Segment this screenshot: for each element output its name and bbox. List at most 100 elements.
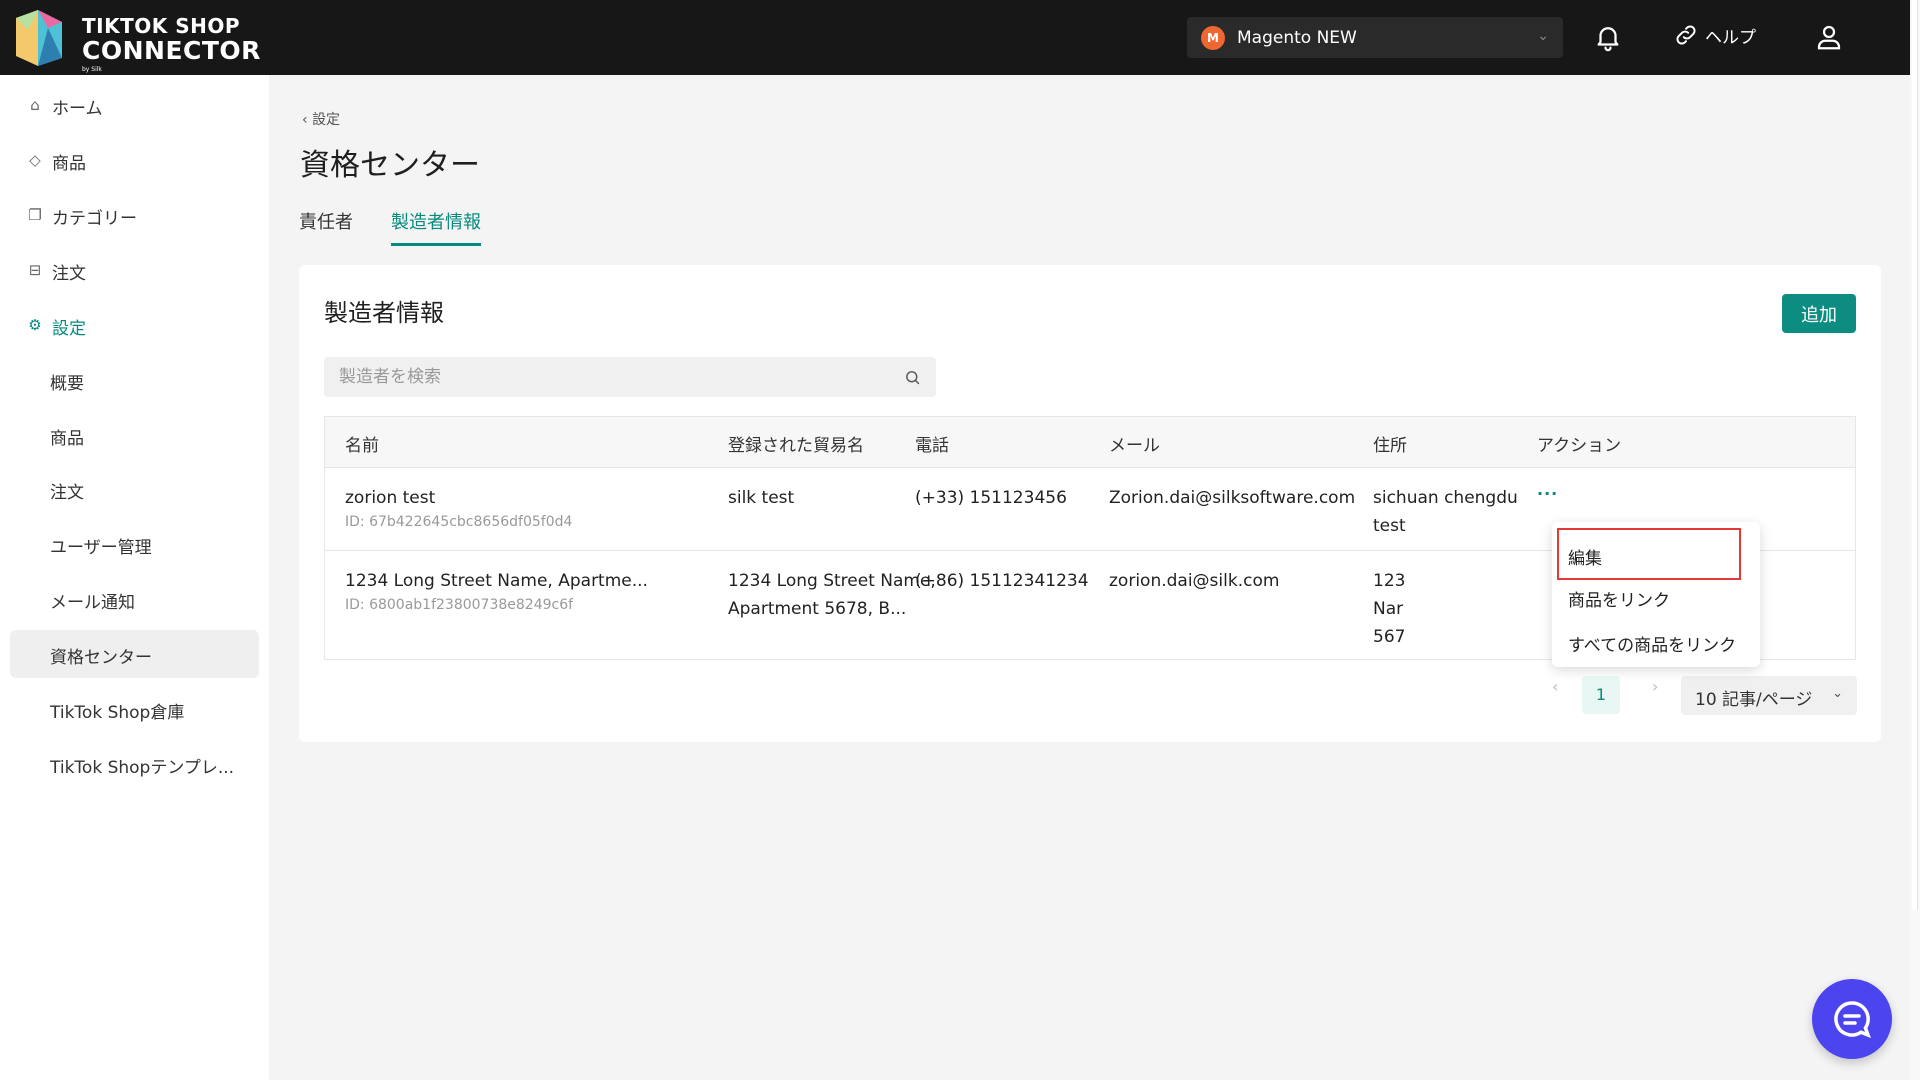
address-line-2: Nar (1373, 599, 1404, 619)
sidebar-item-label: 注文 (52, 264, 86, 284)
chat-button[interactable] (1812, 979, 1892, 1059)
email: zorion.dai@silk.com (1109, 571, 1280, 591)
home-icon: ⌂ (30, 96, 40, 114)
chat-icon (1834, 1001, 1872, 1039)
sidebar-item-orders[interactable]: ⊟ 注文 (10, 246, 259, 294)
sidebar-item-label: ホーム (52, 99, 103, 119)
column-header-action: アクション (1537, 436, 1622, 456)
sidebar-subitem-user-management[interactable]: ユーザー管理 (10, 520, 259, 568)
scrollbar-thumb[interactable] (1912, 0, 1918, 910)
sidebar-item-settings[interactable]: ⚙ 設定 (10, 301, 259, 349)
manufacturer-card: 製造者情報 追加 名前 登録された貿易名 電話 メール 住所 アクション zor… (299, 265, 1881, 742)
sidebar-item-label: カテゴリー (52, 209, 137, 229)
email: Zorion.dai@silksoftware.com (1109, 488, 1356, 508)
sidebar-item-label: TikTok Shopテンプレ... (50, 758, 235, 778)
sidebar-subitem-orders[interactable]: 注文 (10, 465, 259, 513)
bell-icon[interactable] (1593, 22, 1623, 52)
help-label: ヘルプ (1705, 27, 1756, 48)
trade-name: 1234 Long Street Name, (728, 571, 936, 591)
sidebar-subitem-email-notifications[interactable]: メール通知 (10, 575, 259, 623)
sidebar-subitem-products[interactable]: 商品 (10, 411, 259, 459)
store-name: Magento NEW (1237, 28, 1357, 48)
page-size-label: 10 記事/ページ (1695, 690, 1813, 710)
phone: (+33) 151123456 (915, 488, 1067, 508)
manufacturer-name: 1234 Long Street Name, Apartme... (345, 571, 648, 591)
column-header-phone: 電話 (915, 436, 949, 456)
logo-text: TIKTOK SHOP CONNECTOR (82, 15, 261, 65)
menu-item-link-products[interactable]: 商品をリンク (1552, 576, 1760, 620)
menu-item-label: 編集 (1568, 549, 1602, 569)
page-number-button[interactable]: 1 (1582, 676, 1620, 714)
sidebar-item-home[interactable]: ⌂ ホーム (10, 81, 259, 129)
logo-line-2: CONNECTOR (82, 36, 261, 65)
menu-item-label: すべての商品をリンク (1568, 636, 1737, 656)
breadcrumb-label: 設定 (312, 112, 341, 128)
tab-manufacturer-info[interactable]: 製造者情報 (391, 208, 481, 246)
sidebar-item-label: 商品 (50, 429, 84, 449)
address-line-1: sichuan chengdu (1373, 488, 1518, 508)
search-input[interactable] (324, 357, 894, 397)
manufacturer-name: zorion test (345, 488, 436, 508)
help-link[interactable]: ヘルプ (1673, 22, 1756, 52)
chevron-down-icon: ⌄ (1537, 28, 1549, 44)
phone: (+86) 15112341234 (915, 571, 1089, 591)
sidebar-subitem-tiktok-template[interactable]: TikTok Shopテンプレ... (10, 740, 259, 788)
sidebar-item-label: 商品 (52, 154, 86, 174)
sidebar-item-label: TikTok Shop倉庫 (50, 703, 185, 723)
page-size-select[interactable]: 10 記事/ページ ⌄ (1681, 676, 1857, 715)
scrollbar[interactable] (1910, 0, 1920, 1080)
sidebar-item-label: 資格センター (50, 648, 152, 668)
sidebar-subitem-overview[interactable]: 概要 (10, 356, 259, 404)
sidebar: ⌂ ホーム ◇ 商品 ❐ カテゴリー ⊟ 注文 ⚙ 設定 概要 商品 注文 ユー… (0, 75, 269, 1080)
trade-name: silk test (728, 488, 795, 508)
logo-line-1: TIKTOK SHOP (82, 14, 240, 38)
column-header-email: メール (1109, 436, 1160, 456)
page-title: 資格センター (300, 148, 480, 183)
tab-responsible-person[interactable]: 責任者 (299, 208, 353, 246)
sidebar-item-label: メール通知 (50, 593, 135, 613)
trade-name-line-2: Apartment 5678, B... (728, 599, 907, 619)
add-button[interactable]: 追加 (1782, 294, 1856, 333)
prev-page-button[interactable]: ‹ (1552, 677, 1558, 696)
copy-icon: ❐ (28, 206, 42, 224)
manufacturer-id: ID: 67b422645cbc8656df05f0d4 (345, 514, 573, 530)
magento-icon: M (1201, 26, 1225, 50)
menu-item-link-all-products[interactable]: すべての商品をリンク (1552, 621, 1760, 665)
chevron-down-icon: ⌄ (1832, 686, 1843, 701)
app-logo[interactable]: TIKTOK SHOP CONNECTOR by Silk (8, 8, 260, 73)
action-menu: 編集 商品をリンク すべての商品をリンク (1552, 522, 1760, 667)
tab-label: 製造者情報 (391, 212, 481, 233)
link-icon (1676, 25, 1696, 45)
address-line-2: test (1373, 516, 1406, 536)
sidebar-item-label: 設定 (52, 319, 86, 339)
column-header-trade-name: 登録された貿易名 (728, 436, 864, 456)
breadcrumb[interactable]: ‹ 設定 (302, 109, 340, 129)
search-box (324, 357, 936, 397)
sidebar-item-categories[interactable]: ❐ カテゴリー (10, 191, 259, 239)
logo-mark-icon (16, 10, 62, 66)
sidebar-item-label: 概要 (50, 374, 84, 394)
sidebar-item-label: ユーザー管理 (50, 538, 152, 558)
sidebar-item-products[interactable]: ◇ 商品 (10, 136, 259, 184)
user-icon[interactable] (1814, 22, 1844, 52)
tag-icon: ◇ (29, 151, 41, 169)
store-selector[interactable]: M Magento NEW ⌄ (1187, 17, 1563, 58)
inbox-icon: ⊟ (28, 261, 42, 279)
next-page-button[interactable]: › (1652, 677, 1658, 696)
top-bar: TIKTOK SHOP CONNECTOR by Silk M Magento … (0, 0, 1910, 75)
address-line-1: 123 (1373, 571, 1406, 591)
menu-item-edit[interactable]: 編集 (1557, 528, 1741, 580)
card-title: 製造者情報 (324, 299, 444, 327)
chevron-left-icon: ‹ (302, 112, 308, 128)
sidebar-item-label: 注文 (50, 483, 84, 503)
more-actions-button[interactable]: ··· (1537, 484, 1558, 503)
logo-by-text: by Silk (82, 66, 102, 73)
gear-icon: ⚙ (28, 316, 42, 334)
sidebar-subitem-tiktok-warehouse[interactable]: TikTok Shop倉庫 (10, 685, 259, 733)
column-header-address: 住所 (1373, 436, 1407, 456)
search-icon[interactable] (904, 369, 921, 386)
tab-label: 責任者 (299, 212, 353, 233)
sidebar-subitem-qualification-center[interactable]: 資格センター (10, 630, 259, 678)
column-header-name: 名前 (345, 436, 379, 456)
manufacturer-id: ID: 6800ab1f23800738e8249c6f (345, 597, 574, 613)
